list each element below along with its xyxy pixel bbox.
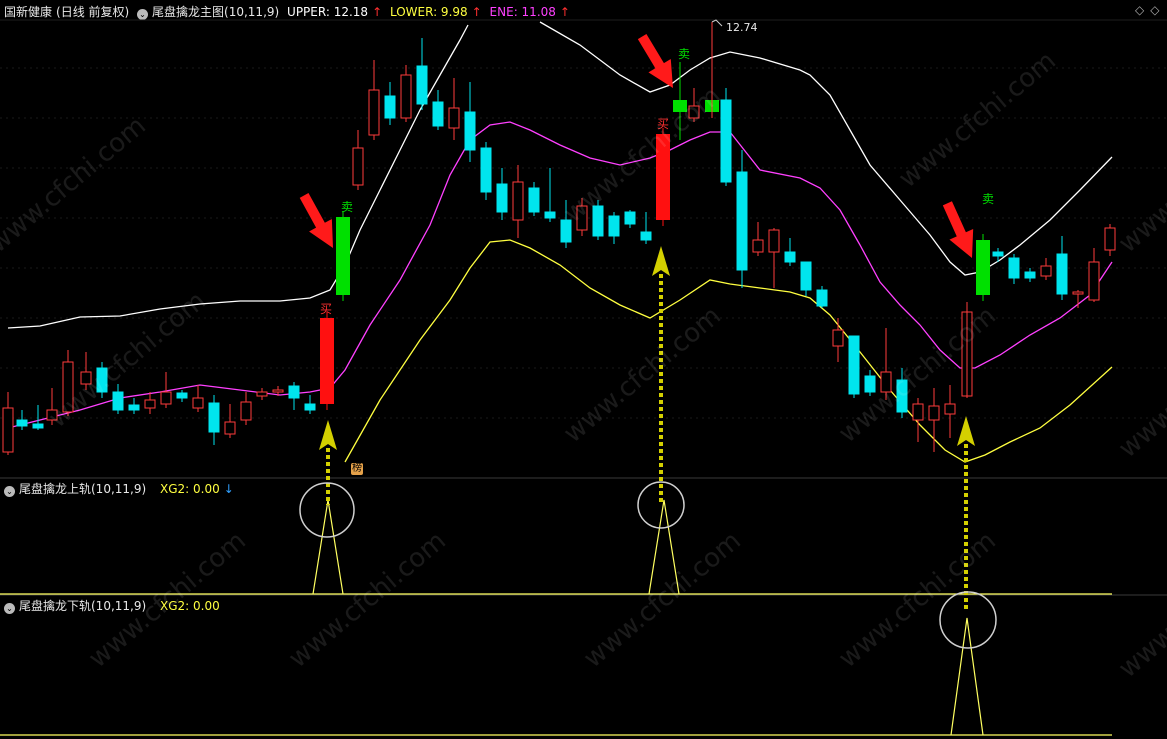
- candle-body: [1088, 261, 1100, 301]
- candle-body: [848, 335, 860, 395]
- candle-body: [384, 95, 396, 119]
- candle-body: [416, 65, 428, 105]
- candle-body: [544, 211, 556, 219]
- candle-body: [144, 399, 156, 409]
- kline-chart[interactable]: [0, 0, 1167, 739]
- candle-body: [864, 375, 876, 393]
- candle-body: [208, 402, 220, 433]
- candle-body: [1056, 253, 1068, 295]
- candle-body: [432, 101, 444, 127]
- lower-band-line: [344, 239, 1113, 463]
- buy-label: 买: [320, 302, 333, 316]
- candle-body: [768, 229, 780, 253]
- candle-body: [240, 401, 252, 421]
- candle-body: [368, 89, 380, 136]
- candle-body: [720, 99, 732, 183]
- candle-body: [1024, 271, 1036, 279]
- candle-body: [592, 205, 604, 237]
- candle-body: [816, 289, 828, 307]
- candle-body: [80, 371, 92, 385]
- xg2-spike: [312, 499, 344, 595]
- candle-body: [880, 371, 892, 393]
- candle-body: [480, 147, 492, 193]
- candle-body: [496, 183, 508, 213]
- candle-body: [688, 105, 700, 119]
- candle-body: [736, 171, 748, 271]
- candle-body: [192, 397, 204, 409]
- candle-body: [640, 231, 652, 241]
- candle-body: [160, 391, 172, 405]
- xg2-spike: [950, 617, 984, 736]
- candle-body: [288, 385, 300, 399]
- candle-body: [46, 409, 58, 421]
- buy-signal-candle: [320, 318, 334, 404]
- candle-body: [128, 404, 140, 411]
- candle-body: [256, 391, 268, 397]
- sell-label: 卖: [678, 47, 691, 61]
- candle-body: [784, 251, 796, 263]
- candle-body: [304, 403, 316, 411]
- candle-body: [928, 405, 940, 421]
- candle-body: [944, 403, 956, 415]
- chart-stage[interactable]: 国新健康 (日线 前复权) ⌄ 尾盘擒龙主图(10,11,9) UPPER: 12.…: [0, 0, 1167, 739]
- high-price-label: 12.74: [726, 21, 758, 34]
- bands-layer: [7, 21, 1113, 463]
- candle-body: [832, 329, 844, 347]
- candle-body: [32, 423, 44, 429]
- candle-body: [1008, 257, 1020, 279]
- candle-body: [528, 187, 540, 213]
- candle-body: [800, 261, 812, 291]
- xg2-spike: [648, 499, 680, 595]
- sell-label: 卖: [982, 192, 995, 206]
- candle-body: [62, 361, 74, 413]
- candles-layer: [2, 38, 1116, 455]
- candle-body: [272, 389, 284, 393]
- high-price-leader: [711, 19, 723, 27]
- grid: [0, 67, 1167, 419]
- candle-body: [512, 181, 524, 221]
- sell-signal-candle: [976, 240, 990, 295]
- yellow-arrow-head-icon: [652, 246, 670, 276]
- candle-body: [992, 251, 1004, 257]
- candle-body: [1040, 265, 1052, 277]
- buy-signal-candle: [656, 134, 670, 220]
- candle-body: [2, 407, 14, 453]
- candle-body: [752, 239, 764, 253]
- subpanels-layer: [0, 499, 1112, 736]
- candle-body: [16, 419, 28, 427]
- buy-label: 买: [657, 117, 670, 131]
- candle-body: [608, 215, 620, 237]
- yellow-arrow-head-icon: [319, 420, 337, 450]
- candle-body: [912, 403, 924, 421]
- yellow-arrow-head-icon: [957, 416, 975, 446]
- candle-body: [560, 219, 572, 243]
- red-arrow-icon: [942, 201, 974, 258]
- candle-body: [112, 391, 124, 411]
- candle-body: [400, 74, 412, 119]
- red-arrow-icon: [299, 193, 333, 248]
- candle-body: [448, 107, 460, 129]
- red-arrow-icon: [637, 33, 673, 88]
- rank-badge[interactable]: 榜: [351, 463, 363, 475]
- candle-body: [576, 205, 588, 231]
- upper-band-line: [539, 21, 1113, 276]
- sell-label: 卖: [341, 200, 354, 214]
- candle-body: [896, 379, 908, 413]
- candle-body: [352, 147, 364, 186]
- candle-body: [624, 211, 636, 225]
- candle-body: [224, 421, 236, 435]
- sell-signal-candle: [336, 217, 350, 295]
- candle-body: [176, 392, 188, 399]
- candle-body: [1072, 291, 1084, 295]
- candle-body: [1104, 227, 1116, 251]
- candle-body: [96, 367, 108, 393]
- candle-body: [464, 111, 476, 151]
